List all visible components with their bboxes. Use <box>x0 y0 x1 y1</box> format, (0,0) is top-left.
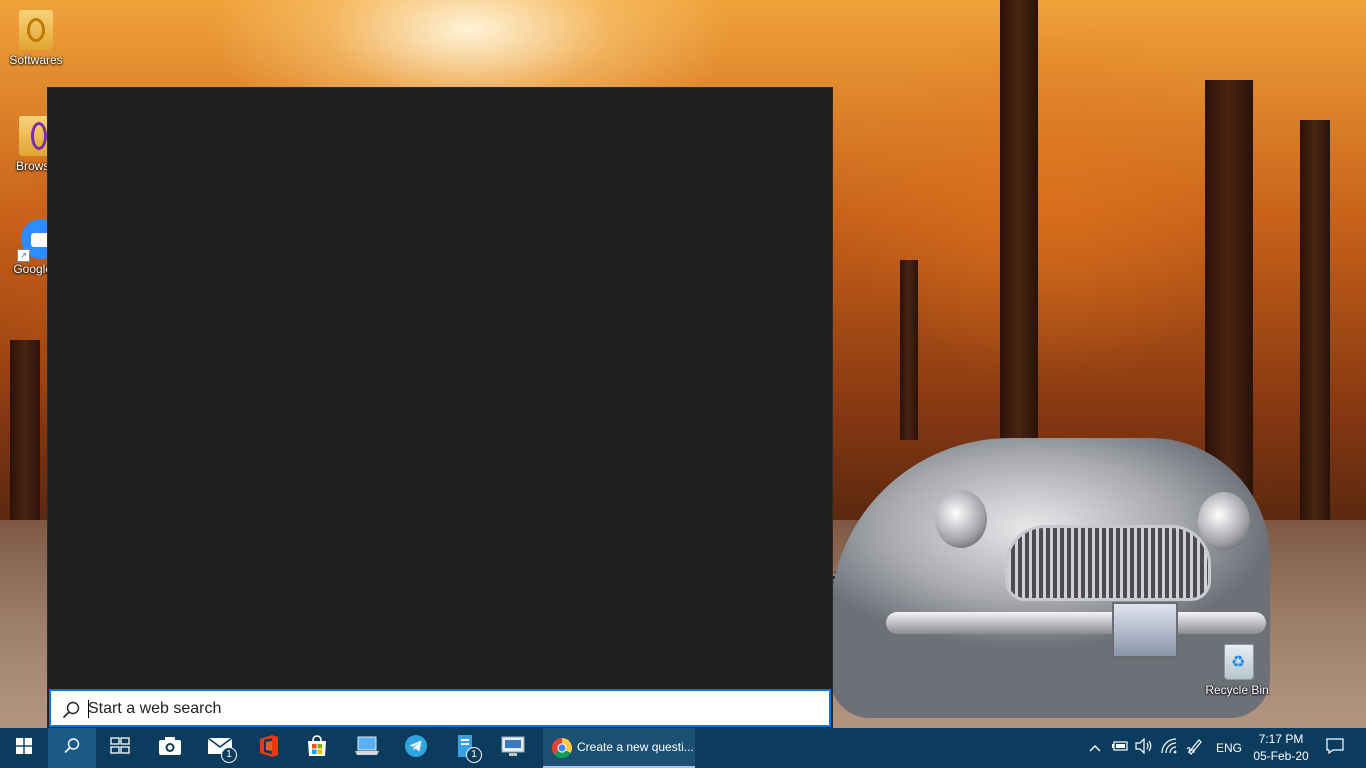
wallpaper-car-plate <box>1112 602 1178 658</box>
store-icon <box>305 734 329 763</box>
search-icon <box>63 737 81 760</box>
wallpaper-tree <box>900 260 918 440</box>
computer-icon <box>354 735 380 762</box>
taskbar-store-app[interactable] <box>293 728 341 768</box>
wallpaper-tree <box>1000 0 1038 470</box>
taskbar: 1 1 Create a new questi... ENG 7:17 PM 0… <box>0 728 1366 768</box>
windows-logo-icon <box>16 737 32 759</box>
action-center-button[interactable] <box>1320 728 1350 768</box>
taskbar-camera-app[interactable] <box>146 728 194 768</box>
recycle-bin-icon: ♻ <box>1220 640 1254 680</box>
battery-button[interactable] <box>1108 728 1132 768</box>
text-caret <box>88 700 89 718</box>
taskbar-mail-app[interactable]: 1 <box>196 728 244 768</box>
search-flyout-panel <box>48 88 832 728</box>
wallpaper-tree <box>10 340 40 520</box>
clock-button[interactable]: 7:17 PM 05-Feb-20 <box>1248 731 1314 765</box>
start-button[interactable] <box>0 728 48 768</box>
taskbar-remote-app[interactable] <box>489 728 537 768</box>
taskbar-search-button[interactable] <box>48 728 96 768</box>
notification-badge: 1 <box>466 747 482 763</box>
window-title: Create a new questi... <box>577 740 694 754</box>
taskbar-telegram-app[interactable] <box>392 728 440 768</box>
wallpaper-tree <box>1300 120 1330 520</box>
desktop-icon-label: Recycle Bin <box>1205 683 1269 697</box>
clock-time: 7:17 PM <box>1258 732 1304 746</box>
wallpaper-car-bumper <box>886 612 1266 634</box>
search-input[interactable] <box>88 698 808 720</box>
web-search-box[interactable] <box>49 689 831 727</box>
desktop-icon-label: Softwares <box>9 53 63 67</box>
speaker-icon <box>1135 737 1153 759</box>
wallpaper-car-headlamp <box>935 490 987 548</box>
wallpaper-car-headlamp <box>1198 492 1250 550</box>
input-language-button[interactable]: ENG <box>1210 728 1248 768</box>
pen-workspace-button[interactable] <box>1183 728 1207 768</box>
wallpaper-car-grille <box>1005 525 1211 601</box>
desktop-icon-recycle-bin[interactable]: ♻ Recycle Bin <box>1201 640 1273 697</box>
shortcut-arrow-icon: ↗ <box>17 249 30 262</box>
wallpaper-tree <box>1205 80 1253 520</box>
chrome-icon <box>551 737 573 764</box>
battery-icon <box>1111 739 1129 757</box>
search-icon <box>61 700 81 720</box>
task-view-icon <box>110 736 130 760</box>
task-view-button[interactable] <box>96 728 144 768</box>
volume-button[interactable] <box>1132 728 1156 768</box>
clock-date: 05-Feb-20 <box>1253 749 1309 763</box>
remote-desktop-icon <box>500 735 526 762</box>
taskbar-files-app[interactable]: 1 <box>441 728 489 768</box>
taskbar-pc-app[interactable] <box>343 728 391 768</box>
telegram-icon <box>404 734 428 763</box>
language-indicator: ENG <box>1215 741 1242 755</box>
network-button[interactable] <box>1157 728 1181 768</box>
wifi-icon <box>1160 737 1178 759</box>
pen-icon <box>1186 737 1204 760</box>
taskbar-chrome-window[interactable]: Create a new questi... <box>543 728 695 768</box>
office-icon <box>258 734 280 763</box>
notification-icon <box>1326 737 1344 759</box>
notification-badge: 1 <box>221 747 237 763</box>
desktop-icon-softwares[interactable]: Softwares <box>0 10 72 67</box>
chevron-up-icon <box>1089 739 1101 757</box>
taskbar-office-app[interactable] <box>245 728 293 768</box>
camera-icon <box>158 736 182 761</box>
folder-app-icon <box>19 10 53 50</box>
show-hidden-icons-button[interactable] <box>1084 728 1106 768</box>
